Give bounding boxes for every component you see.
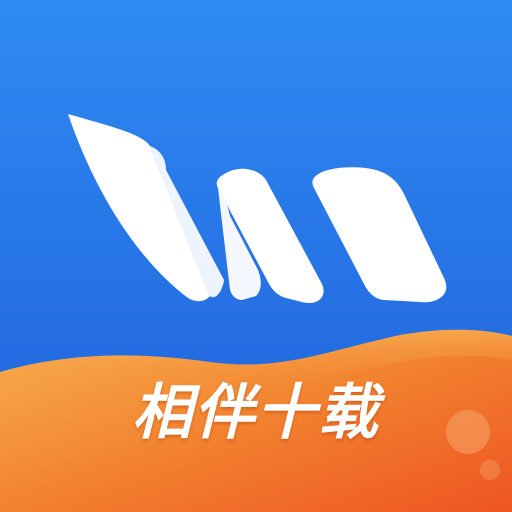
decor-circle-right-small [480,460,500,480]
app-icon[interactable]: 相伴十载 [0,0,512,512]
slogan-text: 相伴十载 [132,378,380,448]
